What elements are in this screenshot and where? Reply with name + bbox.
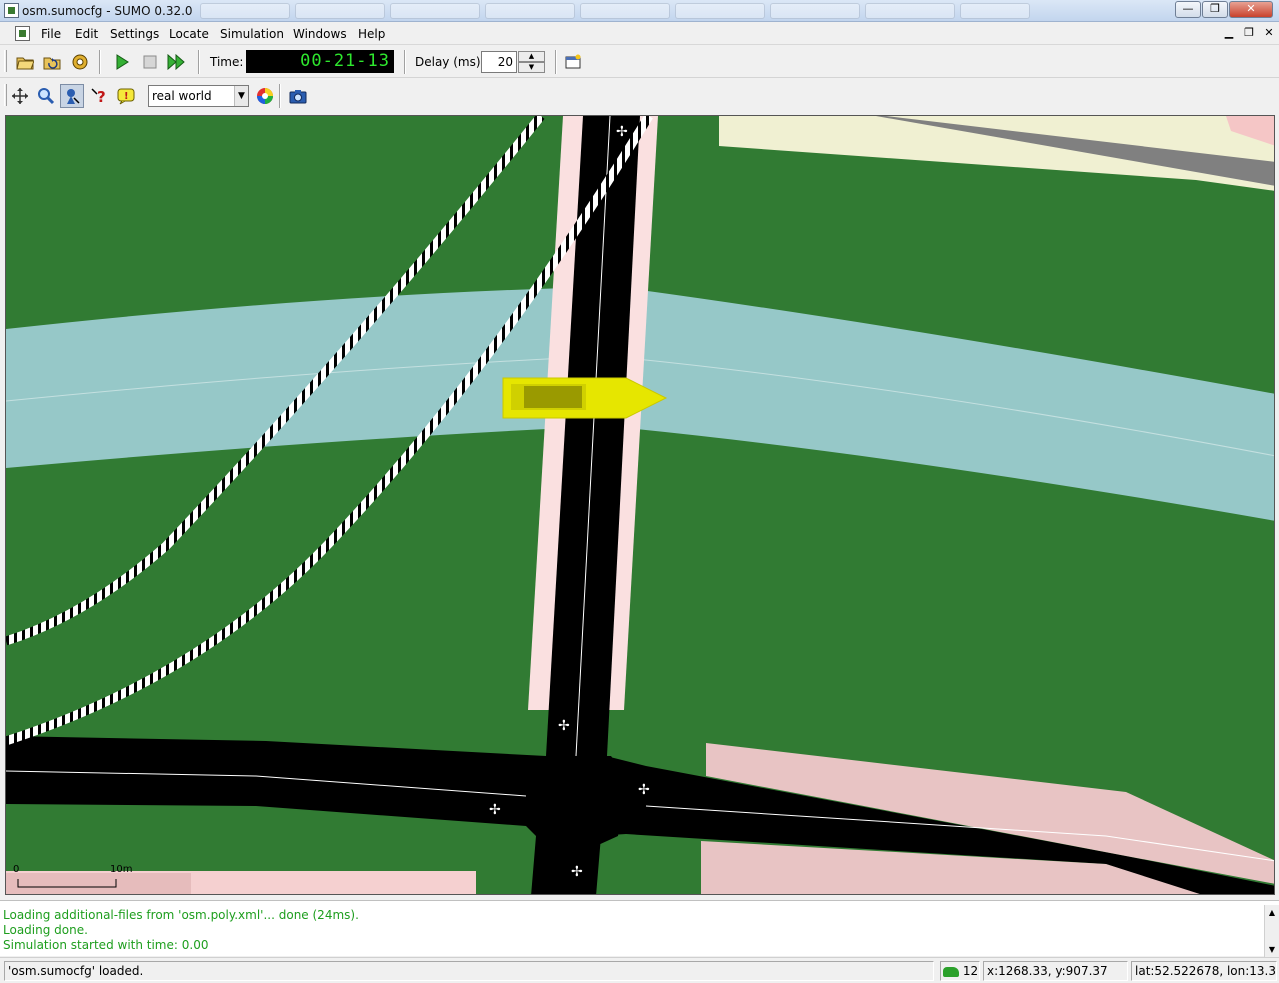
message-log: Loading additional-files from 'osm.poly.… bbox=[0, 900, 1279, 957]
view-toolbar: ? ! real world ▼ bbox=[0, 80, 1279, 113]
locate-icon[interactable] bbox=[60, 84, 84, 108]
lane-arrow-icon: ✢ bbox=[489, 802, 501, 818]
taskbar-ghost bbox=[960, 3, 1030, 19]
mdi-close-icon[interactable]: ✕ bbox=[1262, 26, 1276, 40]
menu-edit[interactable]: Edit bbox=[75, 27, 98, 41]
log-line: Loading additional-files from 'osm.poly.… bbox=[3, 908, 359, 922]
mdi-child-icon[interactable] bbox=[15, 26, 30, 41]
log-line: Simulation started with time: 0.00 bbox=[3, 938, 209, 952]
menu-windows[interactable]: Windows bbox=[293, 27, 347, 41]
toolbar-grip[interactable] bbox=[4, 50, 7, 72]
menu-bar: File Edit Settings Locate Simulation Win… bbox=[0, 23, 1279, 45]
mdi-restore-icon[interactable]: ❐ bbox=[1242, 26, 1256, 40]
cursor-xy: x:1268.33, y:907.37 bbox=[983, 961, 1128, 981]
delay-stepper[interactable]: ▲ ▼ bbox=[518, 51, 545, 73]
junction bbox=[526, 756, 626, 846]
taskbar-ghost bbox=[295, 3, 385, 19]
taskbar-ghost bbox=[675, 3, 765, 19]
main-toolbar: Time: 00-21-13 Delay (ms): 20 ▲ ▼ bbox=[0, 46, 1279, 78]
toolbar-separator bbox=[198, 50, 200, 74]
toolbar-separator bbox=[99, 50, 101, 74]
minimize-button[interactable]: — bbox=[1175, 1, 1201, 18]
restore-button[interactable]: ❐ bbox=[1202, 1, 1228, 18]
time-display: 00-21-13 bbox=[246, 50, 394, 73]
mdi-minimize-icon[interactable]: ▁ bbox=[1222, 26, 1236, 40]
color-wheel-icon[interactable] bbox=[253, 84, 277, 108]
delay-label: Delay (ms): bbox=[415, 55, 485, 69]
step-icon[interactable] bbox=[164, 50, 188, 74]
spin-up-icon[interactable]: ▲ bbox=[518, 51, 545, 62]
spin-down-icon[interactable]: ▼ bbox=[518, 62, 545, 73]
delay-input[interactable]: 20 bbox=[481, 51, 517, 73]
zoom-icon[interactable] bbox=[34, 84, 58, 108]
recenter-icon[interactable] bbox=[8, 84, 32, 108]
scale-start-label: 0 bbox=[13, 864, 19, 875]
vehicle-ship-cabin bbox=[524, 386, 582, 408]
menu-help[interactable]: Help bbox=[358, 27, 385, 41]
vehicle-count: 12 bbox=[962, 964, 979, 978]
toolbar-separator bbox=[555, 50, 557, 74]
lane-arrow-icon: ✢ bbox=[616, 124, 628, 140]
open-folder-icon[interactable] bbox=[13, 50, 37, 74]
vehicle-count-cell: 12 bbox=[940, 961, 980, 981]
menu-settings[interactable]: Settings bbox=[110, 27, 159, 41]
chevron-down-icon[interactable]: ▼ bbox=[234, 86, 248, 106]
scroll-up-icon[interactable]: ▲ bbox=[1265, 905, 1279, 920]
menu-simulation[interactable]: Simulation bbox=[220, 27, 284, 41]
toolbar-separator bbox=[279, 84, 281, 108]
color-scheme-value: real world bbox=[152, 89, 212, 103]
title-bar: osm.sumocfg - SUMO 0.32.0 — ❐ ✕ bbox=[0, 0, 1279, 22]
breakpoint-icon[interactable]: ! bbox=[114, 84, 138, 108]
time-label: Time: bbox=[210, 55, 244, 69]
scroll-down-icon[interactable]: ▼ bbox=[1265, 942, 1279, 957]
gear-icon[interactable] bbox=[68, 50, 92, 74]
stop-icon[interactable] bbox=[138, 50, 162, 74]
lane-arrow-icon: ✢ bbox=[638, 782, 650, 798]
status-message: 'osm.sumocfg' loaded. bbox=[4, 961, 934, 981]
toolbar-grip[interactable] bbox=[4, 84, 7, 106]
car-icon bbox=[943, 966, 959, 977]
sidewalk-left-dark bbox=[6, 873, 191, 894]
log-scrollbar[interactable]: ▲ ▼ bbox=[1264, 905, 1279, 957]
network-view[interactable]: ✢ ✢ ✢ ✢ ✢ 0 10m bbox=[6, 116, 1275, 895]
sumo-app-icon bbox=[4, 3, 19, 18]
taskbar-ghost bbox=[390, 3, 480, 19]
taskbar-ghost bbox=[580, 3, 670, 19]
play-icon[interactable] bbox=[110, 50, 134, 74]
color-scheme-select[interactable]: real world ▼ bbox=[148, 85, 249, 107]
menu-locate[interactable]: Locate bbox=[169, 27, 209, 41]
lane-arrow-icon: ✢ bbox=[558, 718, 570, 734]
close-button[interactable]: ✕ bbox=[1229, 1, 1273, 18]
status-bar: 'osm.sumocfg' loaded. 12 x:1268.33, y:90… bbox=[0, 957, 1279, 983]
taskbar-ghost bbox=[865, 3, 955, 19]
taskbar-ghost bbox=[200, 3, 290, 19]
svg-text:?: ? bbox=[97, 88, 106, 105]
log-line: Loading done. bbox=[3, 923, 88, 937]
window-title: osm.sumocfg - SUMO 0.32.0 bbox=[22, 4, 193, 18]
new-view-icon[interactable] bbox=[561, 50, 585, 74]
svg-text:!: ! bbox=[124, 91, 129, 102]
scale-end-label: 10m bbox=[110, 864, 132, 875]
help-icon[interactable]: ? bbox=[88, 84, 112, 108]
camera-icon[interactable] bbox=[286, 84, 310, 108]
taskbar-ghost bbox=[770, 3, 860, 19]
cursor-latlon: lat:52.522678, lon:13.390922 bbox=[1131, 961, 1277, 981]
menu-file[interactable]: File bbox=[41, 27, 61, 41]
toolbar-separator bbox=[404, 50, 406, 74]
road-south bbox=[531, 836, 601, 894]
lane-arrow-icon: ✢ bbox=[571, 864, 583, 880]
map-canvas[interactable]: ✢ ✢ ✢ ✢ ✢ 0 10m bbox=[5, 115, 1275, 895]
reload-icon[interactable] bbox=[40, 50, 64, 74]
taskbar-ghost bbox=[485, 3, 575, 19]
